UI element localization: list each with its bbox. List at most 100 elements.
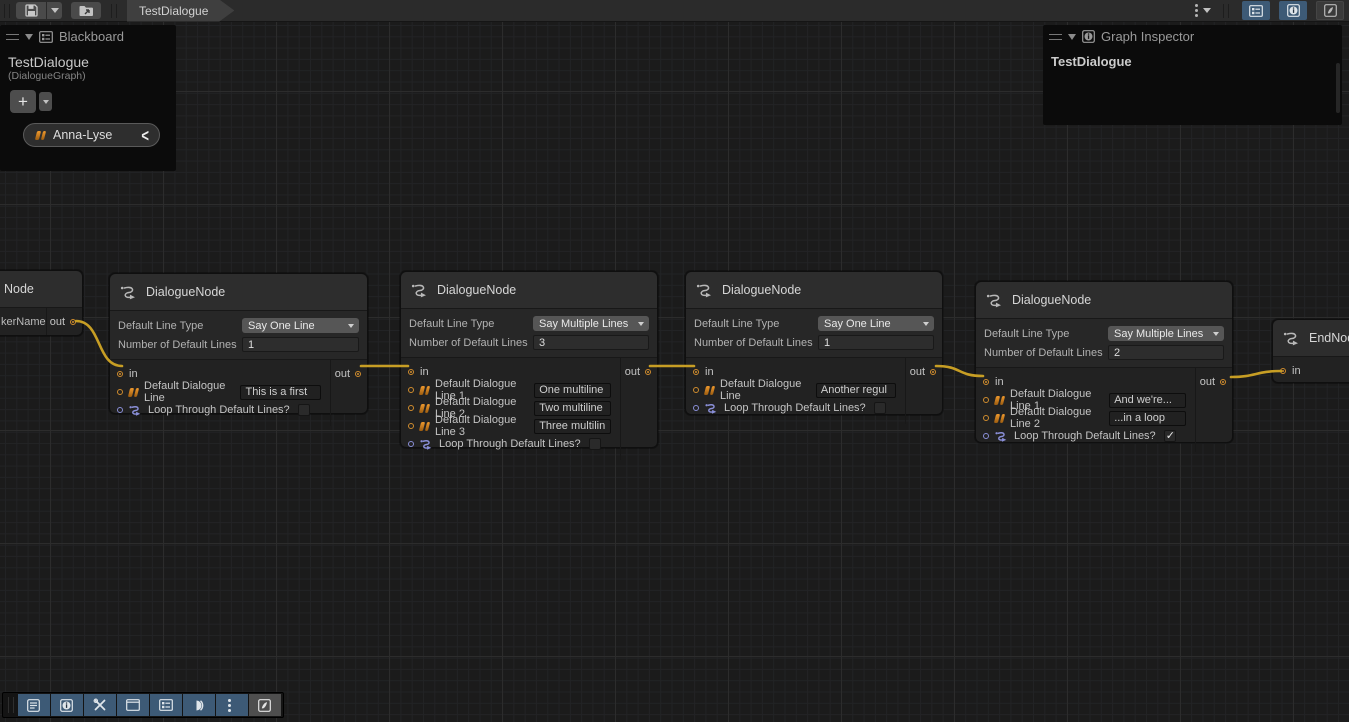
num-lines-value: 1: [248, 339, 254, 351]
num-lines-input[interactable]: 2: [1108, 345, 1224, 360]
dialogue-node-icon: [986, 293, 1004, 308]
dialogue-line-port[interactable]: [983, 397, 989, 403]
out-port[interactable]: [1220, 379, 1226, 385]
open-asset-folder-icon: [79, 5, 94, 17]
transition-button[interactable]: [183, 694, 215, 716]
in-port[interactable]: [408, 369, 414, 375]
node-title-bar[interactable]: EndNode: [1273, 320, 1349, 357]
dialogue-line-port[interactable]: [408, 423, 414, 429]
add-field-button[interactable]: +: [10, 90, 36, 113]
blackboard-field-anna-lyse[interactable]: Anna-Lyse <: [23, 123, 160, 147]
info-button[interactable]: [51, 694, 83, 716]
open-asset-button[interactable]: [71, 2, 101, 19]
save-button[interactable]: [16, 2, 46, 19]
toolbar-drag-handle[interactable]: [8, 697, 14, 713]
node-title: DialogueNode: [146, 285, 225, 299]
dialogue-line-port[interactable]: [983, 415, 989, 421]
blackboard-panel: Blackboard TestDialogue (DialogueGraph) …: [0, 25, 176, 171]
dialogue-line-input[interactable]: One multiline: [534, 383, 611, 398]
num-lines-input[interactable]: 1: [242, 337, 359, 352]
collapse-arrow-icon[interactable]: [1068, 34, 1076, 40]
inspector-header[interactable]: Graph Inspector: [1043, 25, 1342, 48]
more-dots-icon[interactable]: [1195, 4, 1198, 17]
dialogue-line-port[interactable]: [117, 389, 123, 395]
field-collapse-chevron-icon[interactable]: <: [141, 125, 149, 145]
dialogue-line-port[interactable]: [693, 387, 699, 393]
in-port[interactable]: [1280, 368, 1286, 374]
tools-button[interactable]: [84, 694, 116, 716]
dialogue-line-port[interactable]: [408, 387, 414, 393]
in-port[interactable]: [117, 371, 123, 377]
dialogue-line-value: This is a first: [245, 386, 307, 398]
loop-checkbox[interactable]: [298, 404, 310, 416]
blackboard-field-name: Anna-Lyse: [53, 128, 112, 142]
quote-icon: [35, 131, 46, 140]
out-port[interactable]: [930, 369, 936, 375]
dialogue-line-input[interactable]: Another regul: [816, 383, 896, 398]
inspector-toggle-button[interactable]: [1279, 1, 1307, 20]
dialogue-line-value: ...in a loop: [1114, 412, 1165, 424]
dialogue-line-input[interactable]: ...in a loop: [1109, 411, 1186, 426]
dropdown-arrow-icon[interactable]: [1203, 8, 1211, 13]
info-icon: [60, 699, 73, 712]
dialogue-node-4[interactable]: DialogueNode Default Line Type Say Multi…: [975, 281, 1233, 443]
line-type-select[interactable]: Say One Line: [242, 318, 359, 333]
dialogue-node-1[interactable]: DialogueNode Default Line Type Say One L…: [109, 273, 368, 414]
loop-checkbox[interactable]: [874, 402, 886, 414]
toolbar-drag-handle[interactable]: [111, 4, 117, 18]
add-field-dropdown-button[interactable]: [39, 92, 52, 111]
panel-drag-handle[interactable]: [6, 34, 19, 40]
in-port-label: in: [705, 366, 714, 378]
blackboard-button[interactable]: [150, 694, 182, 716]
loop-port[interactable]: [117, 407, 123, 413]
num-lines-input[interactable]: 1: [818, 335, 934, 350]
loop-checkbox[interactable]: [589, 438, 601, 450]
blackboard-toggle-button[interactable]: [1242, 1, 1270, 20]
quill-toggle-button[interactable]: [1316, 1, 1344, 20]
node-title-bar[interactable]: DialogueNode: [976, 282, 1232, 319]
node-title-bar[interactable]: DialogueNode: [401, 272, 657, 309]
save-options-button[interactable]: [47, 2, 62, 19]
line-type-select[interactable]: Say One Line: [818, 316, 934, 331]
line-type-select[interactable]: Say Multiple Lines: [1108, 326, 1224, 341]
loop-port[interactable]: [693, 405, 699, 411]
dialogue-line-value: Three multilin: [539, 420, 605, 432]
top-toolbar: TestDialogue: [0, 0, 1349, 22]
toolbar-drag-handle[interactable]: [4, 4, 10, 18]
dialogue-line-input[interactable]: Three multilin: [534, 419, 611, 434]
in-port[interactable]: [983, 379, 989, 385]
blackboard-header[interactable]: Blackboard: [0, 25, 176, 48]
line-type-select[interactable]: Say Multiple Lines: [533, 316, 649, 331]
node-title-bar[interactable]: Node: [0, 271, 82, 308]
start-node[interactable]: Node kerName out: [0, 270, 83, 336]
node-title-bar[interactable]: DialogueNode: [686, 272, 942, 309]
out-port[interactable]: [645, 369, 651, 375]
dialogue-line-label: Default Dialogue Line 3: [435, 414, 528, 438]
collapse-arrow-icon[interactable]: [25, 34, 33, 40]
loop-checkbox[interactable]: [1164, 430, 1176, 442]
dialogue-node-3[interactable]: DialogueNode Default Line Type Say One L…: [685, 271, 943, 415]
blackboard-title: Blackboard: [59, 29, 124, 44]
dialogue-line-input[interactable]: And we're...: [1109, 393, 1186, 408]
out-port[interactable]: [70, 319, 76, 325]
dialogue-line-input[interactable]: Two multiline: [534, 401, 611, 416]
graph-tab[interactable]: TestDialogue: [127, 0, 234, 22]
window-button[interactable]: [117, 694, 149, 716]
node-title-bar[interactable]: DialogueNode: [110, 274, 367, 311]
graph-editor-window: TestDialogue: [0, 0, 1349, 722]
toolbar-drag-handle[interactable]: [1223, 4, 1229, 18]
num-lines-input[interactable]: 3: [533, 335, 649, 350]
more-options-button[interactable]: [216, 694, 248, 716]
inspector-scrollbar[interactable]: [1336, 63, 1340, 113]
dialogue-line-input[interactable]: This is a first: [240, 385, 321, 400]
out-port[interactable]: [355, 371, 361, 377]
panel-drag-handle[interactable]: [1049, 34, 1062, 40]
in-port[interactable]: [693, 369, 699, 375]
loop-port[interactable]: [983, 433, 989, 439]
quill-button[interactable]: [249, 694, 281, 716]
loop-port[interactable]: [408, 441, 414, 447]
end-node[interactable]: EndNode in: [1272, 319, 1349, 383]
dialogue-node-2[interactable]: DialogueNode Default Line Type Say Multi…: [400, 271, 658, 448]
notes-button[interactable]: [18, 694, 50, 716]
dialogue-line-port[interactable]: [408, 405, 414, 411]
